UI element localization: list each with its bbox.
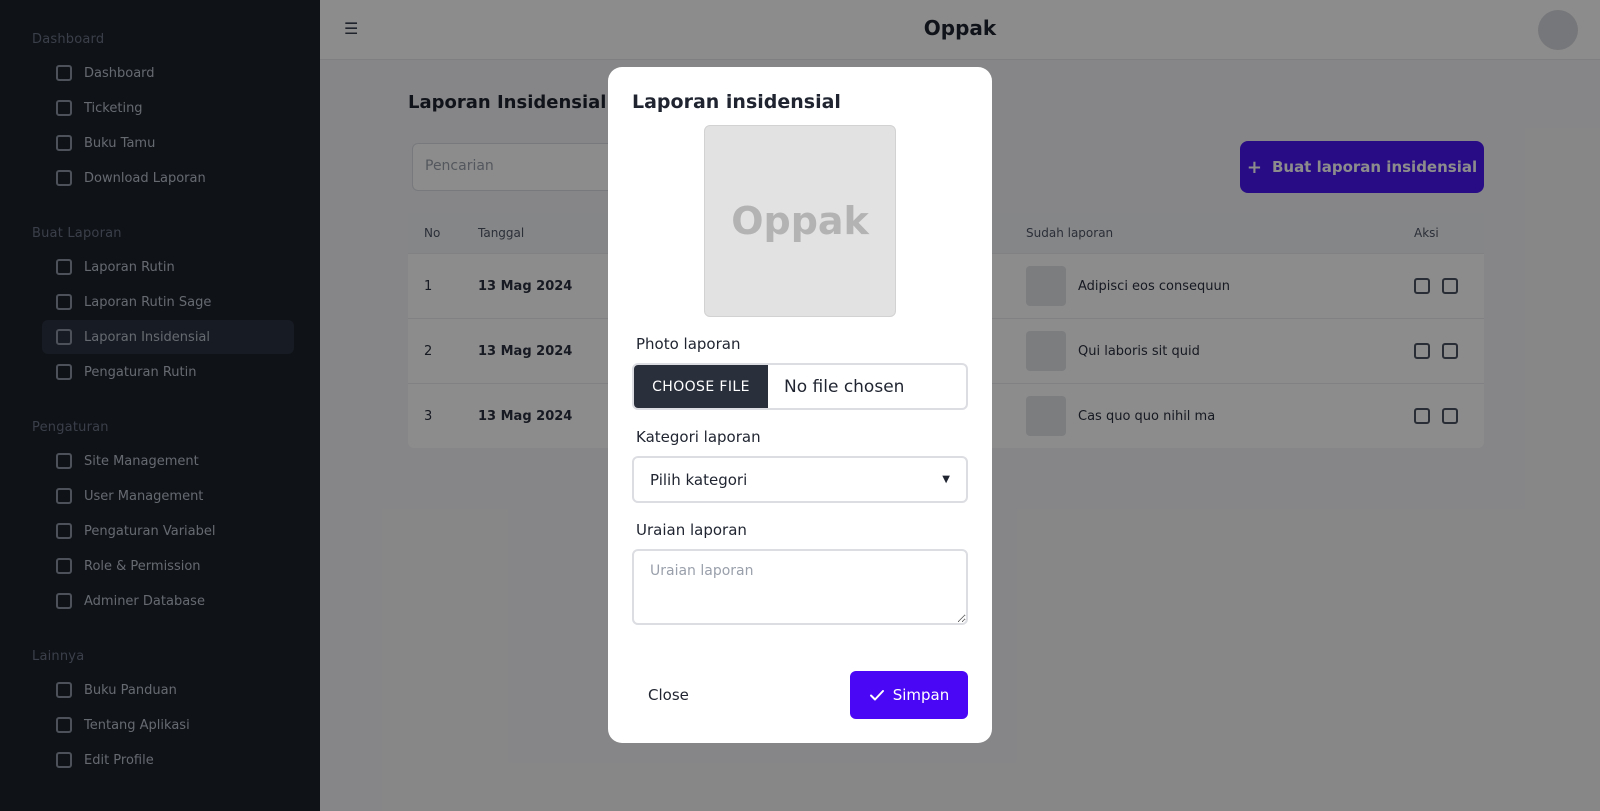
check-icon [869,690,884,701]
description-textarea[interactable] [632,549,968,625]
file-status: No file chosen [784,376,905,397]
close-button[interactable]: Close [632,686,705,704]
category-select[interactable]: Pilih kategori ▼ [632,456,968,503]
photo-file-input[interactable]: CHOOSE FILE No file chosen [632,363,968,410]
save-button[interactable]: Simpan [850,671,968,719]
incident-report-modal: Laporan insidensial Oppak Photo laporan … [608,67,992,743]
category-label: Kategori laporan [636,428,761,446]
caret-down-icon: ▼ [942,474,950,485]
modal-title: Laporan insidensial [632,91,841,113]
modal-footer: Close Simpan [632,671,968,719]
photo-preview: Oppak [704,125,896,317]
save-label: Simpan [892,686,950,704]
choose-file-button[interactable]: CHOOSE FILE [634,365,768,408]
description-label: Uraian laporan [636,521,747,539]
photo-label: Photo laporan [636,335,741,353]
category-selected-value: Pilih kategori [650,470,748,489]
